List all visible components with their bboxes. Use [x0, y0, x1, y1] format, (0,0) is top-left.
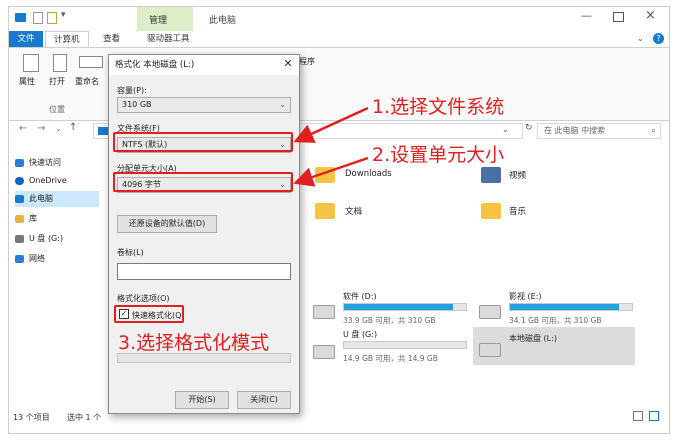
arrow-1 [293, 106, 369, 143]
annotation-1: 1.选择文件系统 [372, 96, 505, 118]
annotation-arrows [293, 106, 369, 187]
annotation-3: 3.选择格式化模式 [118, 332, 270, 354]
annotation-2: 2.设置单元大小 [372, 144, 505, 166]
arrow-2 [293, 156, 369, 187]
